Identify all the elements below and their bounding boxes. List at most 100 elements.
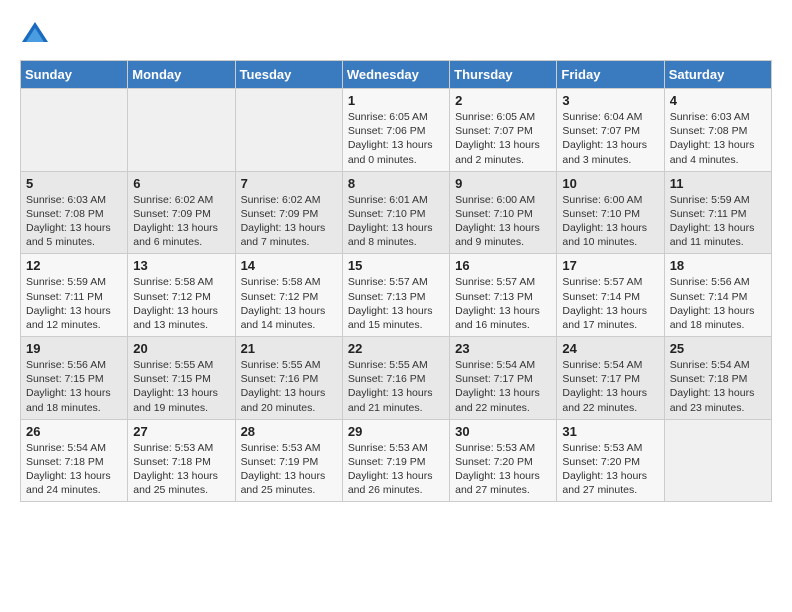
cell-info-line: and 7 minutes. — [241, 236, 310, 248]
cell-info: Sunrise: 5:53 AMSunset: 7:20 PMDaylight:… — [562, 441, 658, 498]
calendar-cell: 6Sunrise: 6:02 AMSunset: 7:09 PMDaylight… — [128, 171, 235, 254]
cell-info-line: Daylight: 13 hours — [26, 387, 111, 399]
cell-info-line: Daylight: 13 hours — [455, 470, 540, 482]
cell-info: Sunrise: 5:58 AMSunset: 7:12 PMDaylight:… — [241, 275, 337, 332]
cell-info-line: Sunrise: 5:59 AM — [670, 194, 750, 206]
weekday-header: Sunday — [21, 61, 128, 89]
cell-info-line: Sunset: 7:13 PM — [455, 291, 533, 303]
cell-info: Sunrise: 5:56 AM Sunset: 7:15 PM Daylight:… — [26, 358, 122, 415]
cell-info-line: and 6 minutes. — [133, 236, 202, 248]
calendar-week-row: 19 Sunrise: 5:56 AM Sunset: 7:15 PM Dayligh… — [21, 337, 772, 420]
day-number: 28 — [241, 424, 337, 439]
day-number: 18 — [670, 258, 766, 273]
cell-info: Sunrise: 6:00 AMSunset: 7:10 PMDaylight:… — [455, 193, 551, 250]
cell-info-line: and 25 minutes. — [133, 484, 208, 496]
calendar-cell: 14Sunrise: 5:58 AMSunset: 7:12 PMDayligh… — [235, 254, 342, 337]
cell-info-line: Daylight: 13 hours — [26, 470, 111, 482]
cell-info-line: Sunset: 7:10 PM — [348, 208, 426, 220]
weekday-header: Thursday — [450, 61, 557, 89]
calendar-cell: 30Sunrise: 5:53 AMSunset: 7:20 PMDayligh… — [450, 419, 557, 502]
cell-info-line: and 22 minutes. — [562, 402, 637, 414]
cell-info-line: and 4 minutes. — [670, 154, 739, 166]
calendar-cell — [128, 89, 235, 172]
cell-info: Sunrise: 5:53 AMSunset: 7:19 PMDaylight:… — [241, 441, 337, 498]
cell-info-line: Sunrise: 6:04 AM — [562, 111, 642, 123]
calendar-cell: 9Sunrise: 6:00 AMSunset: 7:10 PMDaylight… — [450, 171, 557, 254]
calendar-cell: 20Sunrise: 5:55 AMSunset: 7:15 PMDayligh… — [128, 337, 235, 420]
cell-info: Sunrise: 5:53 AMSunset: 7:18 PMDaylight:… — [133, 441, 229, 498]
cell-info: Sunrise: 6:02 AMSunset: 7:09 PMDaylight:… — [133, 193, 229, 250]
day-number: 3 — [562, 93, 658, 108]
cell-info-line: Sunrise: 5:55 AM — [241, 359, 321, 371]
cell-info-line: and 17 minutes. — [562, 319, 637, 331]
cell-info-line: Sunset: 7:18 PM — [133, 456, 211, 468]
cell-info-line: Sunset: 7:08 PM — [670, 125, 748, 137]
calendar-cell: 2Sunrise: 6:05 AMSunset: 7:07 PMDaylight… — [450, 89, 557, 172]
cell-info-line: and 27 minutes. — [455, 484, 530, 496]
cell-info-line: Sunrise: 5:57 AM — [455, 276, 535, 288]
cell-info-line: Daylight: 13 hours — [348, 305, 433, 317]
cell-info-line: and 12 minutes. — [26, 319, 101, 331]
cell-info-line: and 23 minutes. — [670, 402, 745, 414]
calendar-cell: 21Sunrise: 5:55 AMSunset: 7:16 PMDayligh… — [235, 337, 342, 420]
calendar-week-row: 1Sunrise: 6:05 AMSunset: 7:06 PMDaylight… — [21, 89, 772, 172]
cell-info-line: Daylight: 13 hours — [670, 222, 755, 234]
cell-info: Sunrise: 6:02 AM Sunset: 7:09 PM Daylight:… — [241, 193, 337, 250]
day-number: 13 — [133, 258, 229, 273]
cell-info: Sunrise: 5:55 AMSunset: 7:16 PMDaylight:… — [241, 358, 337, 415]
cell-info-line: Sunrise: 5:53 AM — [133, 442, 213, 454]
cell-info-line: Sunset: 7:10 PM — [562, 208, 640, 220]
cell-info: Sunrise: 5:58 AMSunset: 7:12 PMDaylight:… — [133, 275, 229, 332]
cell-info-line: and 18 minutes. — [670, 319, 745, 331]
calendar-table: SundayMondayTuesdayWednesdayThursdayFrid… — [20, 60, 772, 502]
cell-info-line: Daylight: 13 hours — [670, 305, 755, 317]
day-number: 1 — [348, 93, 444, 108]
cell-info-line: Sunset: 7:15 PM — [26, 373, 104, 385]
cell-info-line: Daylight: 13 hours — [133, 305, 218, 317]
day-number: 27 — [133, 424, 229, 439]
cell-info-line: and 9 minutes. — [455, 236, 524, 248]
cell-info-line: Daylight: 13 hours — [670, 139, 755, 151]
day-number: 20 — [133, 341, 229, 356]
cell-info-line: Sunset: 7:20 PM — [455, 456, 533, 468]
cell-info-line: Sunrise: 5:54 AM — [670, 359, 750, 371]
calendar-cell: 16Sunrise: 5:57 AMSunset: 7:13 PMDayligh… — [450, 254, 557, 337]
calendar-cell — [21, 89, 128, 172]
calendar-cell: 12Sunrise: 5:59 AMSunset: 7:11 PMDayligh… — [21, 254, 128, 337]
day-number: 25 — [670, 341, 766, 356]
cell-info-line: Sunrise: 5:56 AM — [26, 359, 106, 371]
day-number: 31 — [562, 424, 658, 439]
cell-info-line: and 14 minutes. — [241, 319, 316, 331]
calendar-week-row: 12Sunrise: 5:59 AMSunset: 7:11 PMDayligh… — [21, 254, 772, 337]
cell-info-line: Sunset: 7:11 PM — [26, 291, 103, 303]
cell-info-line: Sunset: 7:07 PM — [562, 125, 640, 137]
cell-info-line: Sunset: 7:16 PM — [348, 373, 426, 385]
cell-info-line: Sunrise: 6:02 AM — [241, 194, 321, 206]
cell-info-line: Sunrise: 5:58 AM — [241, 276, 321, 288]
cell-info-line: and 21 minutes. — [348, 402, 423, 414]
cell-info: Sunrise: 5:56 AMSunset: 7:14 PMDaylight:… — [670, 275, 766, 332]
day-number: 8 — [348, 176, 444, 191]
calendar-cell: 23Sunrise: 5:54 AMSunset: 7:17 PMDayligh… — [450, 337, 557, 420]
cell-info-line: Sunrise: 5:55 AM — [133, 359, 213, 371]
cell-info-line: Daylight: 13 hours — [670, 387, 755, 399]
cell-info-line: Sunrise: 5:57 AM — [562, 276, 642, 288]
cell-info-line: and 26 minutes. — [348, 484, 423, 496]
day-number: 19 — [26, 341, 122, 356]
cell-info-line: Sunset: 7:08 PM — [26, 208, 104, 220]
cell-info-line: Sunset: 7:15 PM — [133, 373, 211, 385]
cell-info-line: Sunrise: 5:56 AM — [670, 276, 750, 288]
calendar-cell: 4Sunrise: 6:03 AMSunset: 7:08 PMDaylight… — [664, 89, 771, 172]
calendar-cell: 18 Sunrise: 5:56 AMSunset: 7:14 PMDayligh… — [664, 254, 771, 337]
page-header — [20, 20, 772, 50]
cell-info-line: Sunset: 7:07 PM — [455, 125, 533, 137]
cell-info-line: Sunrise: 5:53 AM — [348, 442, 428, 454]
cell-info: Sunrise: 5:54 AMSunset: 7:17 PMDaylight:… — [455, 358, 551, 415]
cell-info-line: Sunset: 7:09 PM — [241, 208, 319, 220]
cell-info-line: Sunrise: 5:53 AM — [455, 442, 535, 454]
cell-info-line: Daylight: 13 hours — [241, 222, 326, 234]
calendar-cell: 17Sunrise: 5:57 AMSunset: 7:14 PMDayligh… — [557, 254, 664, 337]
cell-info: Sunrise: 6:00 AMSunset: 7:10 PMDaylight:… — [562, 193, 658, 250]
day-number: 11 — [670, 176, 766, 191]
calendar-cell: 24Sunrise: 5:54 AMSunset: 7:17 PMDayligh… — [557, 337, 664, 420]
